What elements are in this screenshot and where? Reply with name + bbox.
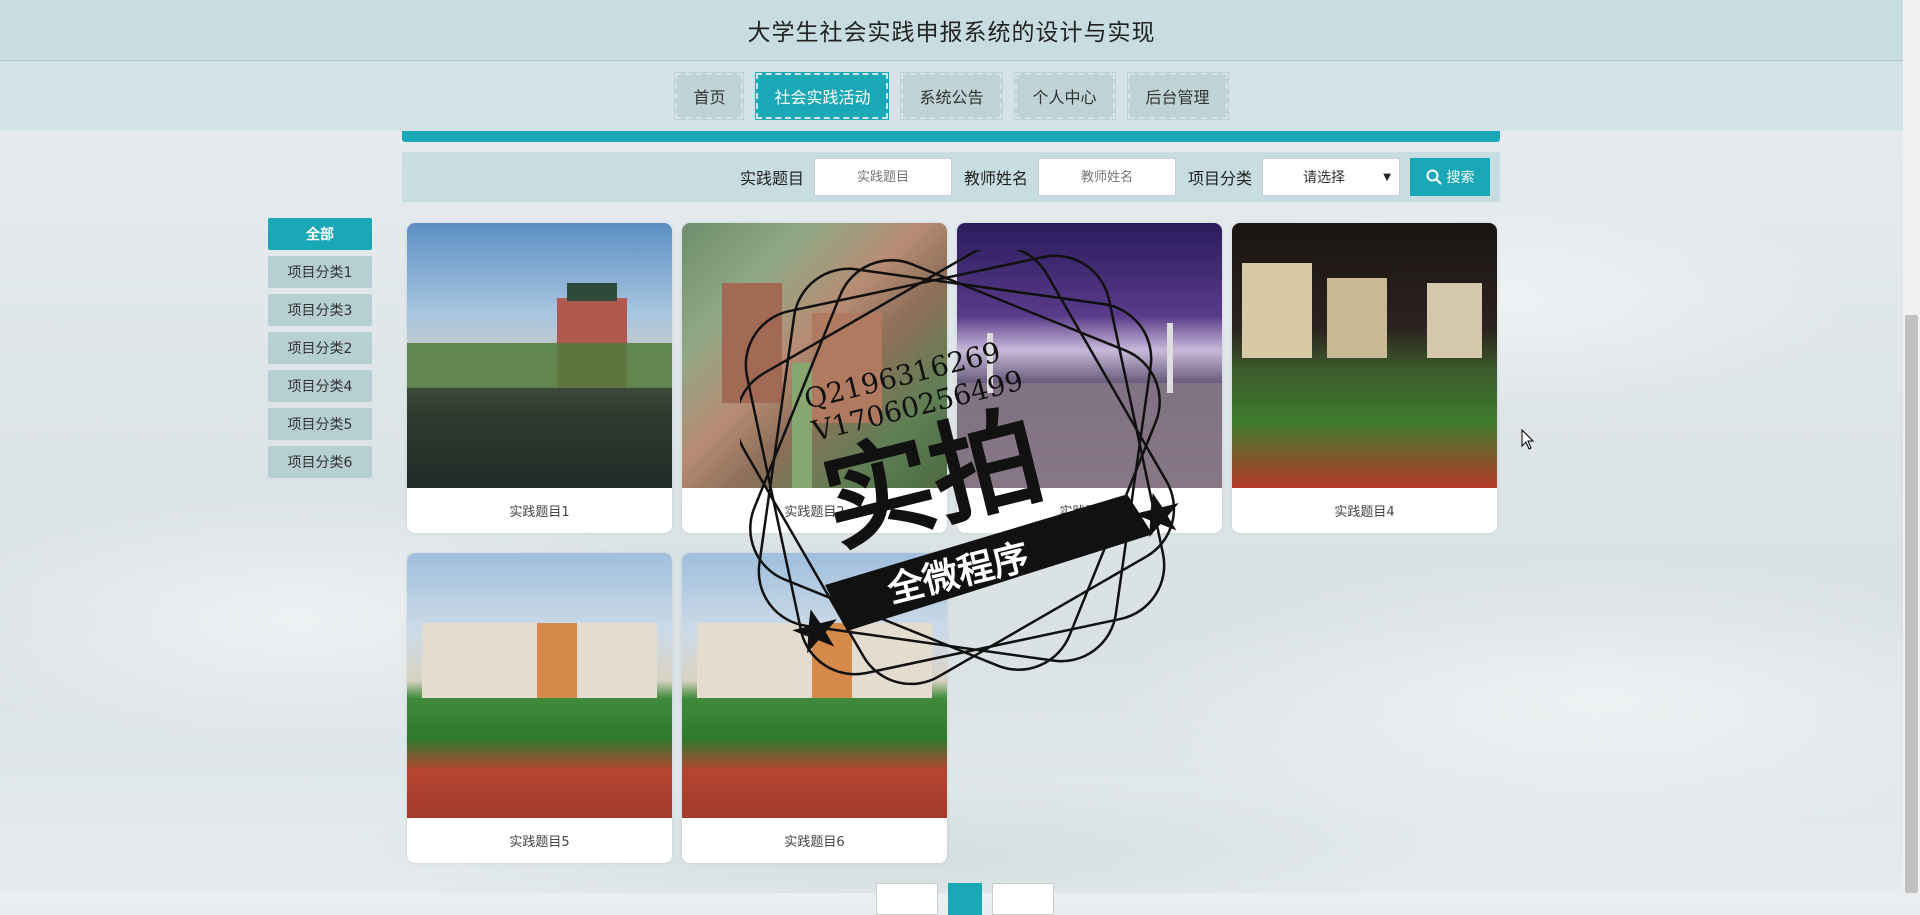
topic-input[interactable] (813, 158, 952, 196)
card-title: 实践题目1 (509, 505, 570, 520)
mouse-cursor-icon (1521, 429, 1535, 450)
category-select[interactable]: 请选择 ▼ (1262, 158, 1400, 196)
current-page-button[interactable] (948, 883, 982, 915)
sidebar-item-all[interactable]: 全部 (268, 218, 372, 250)
topic-label: 实践题目 (739, 169, 804, 188)
card-image (957, 223, 1222, 488)
card-image (682, 223, 947, 488)
chevron-down-icon: ▼ (1383, 171, 1391, 183)
card-title: 实践题目2 (784, 505, 845, 520)
nav-social-practice[interactable]: 社会实践活动 (755, 72, 890, 120)
sidebar-item-category-4[interactable]: 项目分类4 (268, 370, 372, 402)
main-nav: 首页 社会实践活动 系统公告 个人中心 后台管理 (0, 61, 1903, 131)
sidebar-item-category-5[interactable]: 项目分类5 (268, 408, 372, 440)
activity-card[interactable]: 实践题目3 (957, 223, 1222, 533)
card-image (682, 553, 947, 818)
search-icon (1426, 169, 1442, 185)
pagination (876, 883, 1054, 915)
category-label: 项目分类 (1187, 169, 1252, 188)
teacher-input[interactable] (1037, 158, 1176, 196)
nav-announcements[interactable]: 系统公告 (900, 72, 1003, 120)
nav-home[interactable]: 首页 (674, 72, 745, 120)
card-image (1232, 223, 1497, 488)
banner-strip (402, 131, 1500, 142)
activity-card[interactable]: 实践题目4 (1232, 223, 1497, 533)
activity-card[interactable]: 实践题目6 (682, 553, 947, 863)
next-page-button[interactable] (992, 883, 1054, 915)
card-title: 实践题目4 (1334, 505, 1395, 520)
search-button[interactable]: 搜索 (1410, 158, 1490, 196)
search-panel: 实践题目 教师姓名 项目分类 请选择 ▼ 搜索 (402, 152, 1500, 202)
search-button-label: 搜索 (1446, 169, 1475, 185)
nav-personal-center[interactable]: 个人中心 (1013, 72, 1116, 120)
card-title: 实践题目5 (509, 835, 570, 850)
activity-grid: 实践题目1 实践题目2 实践题目3 实践题目4 实践题目5 实践题目6 (407, 223, 1497, 863)
title-bar: 大学生社会实践申报系统的设计与实现 (0, 0, 1903, 61)
sidebar-item-category-6[interactable]: 项目分类6 (268, 446, 372, 478)
scrollbar-thumb[interactable] (1905, 315, 1918, 893)
card-title: 实践题目3 (1059, 505, 1120, 520)
teacher-label: 教师姓名 (963, 169, 1028, 188)
nav-admin[interactable]: 后台管理 (1126, 72, 1229, 120)
activity-card[interactable]: 实践题目2 (682, 223, 947, 533)
card-title: 实践题目6 (784, 835, 845, 850)
sidebar-item-category-1[interactable]: 项目分类1 (268, 256, 372, 288)
category-sidebar: 全部 项目分类1 项目分类3 项目分类2 项目分类4 项目分类5 项目分类6 (268, 218, 372, 484)
activity-card[interactable]: 实践题目1 (407, 223, 672, 533)
card-image (407, 223, 672, 488)
activity-card[interactable]: 实践题目5 (407, 553, 672, 863)
sidebar-item-category-2[interactable]: 项目分类2 (268, 332, 372, 364)
category-select-value: 请选择 (1303, 170, 1345, 186)
sidebar-item-category-3[interactable]: 项目分类3 (268, 294, 372, 326)
page-scrollbar[interactable] (1903, 0, 1920, 893)
prev-page-button[interactable] (876, 883, 938, 915)
card-image (407, 553, 672, 818)
site-title: 大学生社会实践申报系统的设计与实现 (747, 20, 1156, 46)
